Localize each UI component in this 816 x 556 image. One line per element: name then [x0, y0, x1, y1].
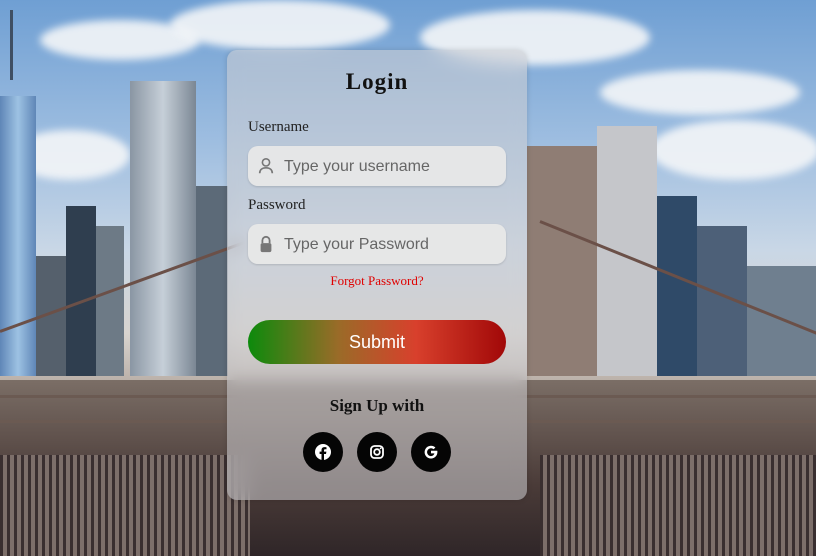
signup-heading: Sign Up with [329, 396, 425, 415]
forgot-password-link[interactable]: Forgot Password? [227, 273, 527, 289]
lock-icon [257, 235, 275, 253]
user-icon [257, 157, 275, 175]
username-input[interactable] [282, 146, 501, 188]
login-title: Login [345, 69, 409, 94]
google-button[interactable] [411, 432, 451, 472]
instagram-button[interactable] [357, 432, 397, 472]
username-label: Username [248, 119, 309, 135]
password-label: Password [248, 197, 306, 213]
login-card: Login Username Password Forgot Password?… [227, 50, 527, 500]
password-field [248, 224, 506, 266]
username-field [248, 146, 506, 188]
password-input[interactable] [282, 224, 501, 266]
facebook-button[interactable] [303, 432, 343, 472]
submit-button[interactable]: Submit [248, 320, 506, 364]
